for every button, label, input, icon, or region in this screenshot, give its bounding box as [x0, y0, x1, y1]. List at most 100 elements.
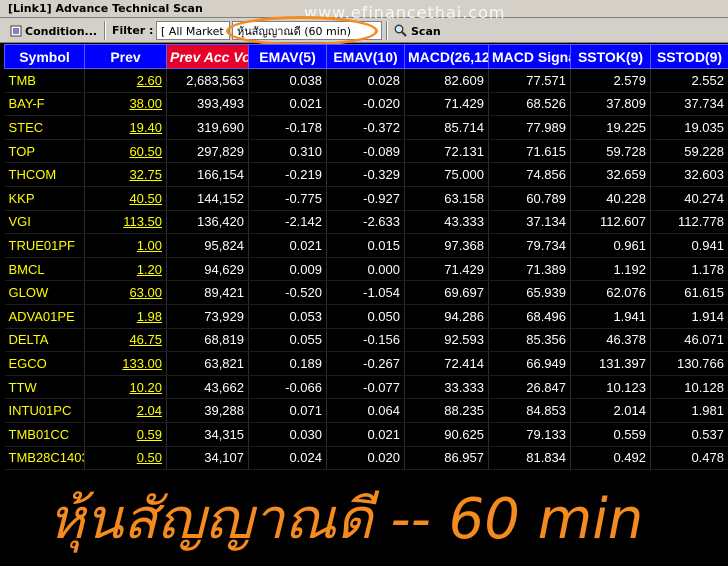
emav10-cell: -0.077	[326, 375, 405, 400]
emav5-cell: 0.310	[248, 139, 327, 164]
column-header-prev-acc-vol[interactable]: Prev Acc Vol	[166, 44, 249, 69]
column-header-prev[interactable]: Prev	[84, 44, 167, 69]
macd-cell: 72.414	[404, 351, 489, 376]
emav10-cell: -0.267	[326, 351, 405, 376]
scan-template-dropdown[interactable]: หุ้นสัญญาณดี (60 min)	[232, 21, 382, 40]
sstok-cell: 40.228	[570, 186, 651, 211]
table-row[interactable]: TMB01CC 0.59 34,315 0.030 0.021 90.625 79.133 0…	[4, 422, 728, 447]
macd-signal-cell: 60.789	[488, 186, 571, 211]
emav5-cell: -0.520	[248, 280, 327, 305]
prev-price-link[interactable]: 19.40	[84, 115, 167, 140]
sstod-cell: 10.128	[650, 375, 728, 400]
prev-price-link[interactable]: 60.50	[84, 139, 167, 164]
emav10-cell: -0.927	[326, 186, 405, 211]
prev-acc-vol-cell: 297,829	[166, 139, 249, 164]
prev-price-link[interactable]: 63.00	[84, 280, 167, 305]
prev-price-link[interactable]: 133.00	[84, 351, 167, 376]
emav5-cell: 0.021	[248, 92, 327, 117]
prev-price-link[interactable]: 10.20	[84, 375, 167, 400]
filter-dropdown[interactable]: [ All Market ]	[156, 21, 230, 57]
table-row[interactable]: VGI 113.50 136,420 -2.142 -2.633 43.333 37.134…	[4, 210, 728, 235]
table-row[interactable]: TMB28C1403 0.50 34,107 0.024 0.020 86.957 81.8…	[4, 446, 728, 471]
table-row[interactable]: TTW 10.20 43,662 -0.066 -0.077 33.333 26.847 10…	[4, 375, 728, 400]
macd-cell: 94.286	[404, 304, 489, 329]
prev-price-link[interactable]: 113.50	[84, 210, 167, 235]
sstod-cell: 1.178	[650, 257, 728, 282]
macd-cell: 90.625	[404, 422, 489, 447]
prev-price-link[interactable]: 1.20	[84, 257, 167, 282]
sstod-cell: 130.766	[650, 351, 728, 376]
emav10-cell: -0.372	[326, 115, 405, 140]
table-row[interactable]: TOP 60.50 297,829 0.310 -0.089 72.131 71.615 59…	[4, 139, 728, 164]
macd-signal-cell: 26.847	[488, 375, 571, 400]
emav5-cell: 0.053	[248, 304, 327, 329]
prev-acc-vol-cell: 94,629	[166, 257, 249, 282]
table-row[interactable]: TRUE01PF 1.00 95,824 0.021 0.015 97.368 79.734…	[4, 233, 728, 258]
condition-button[interactable]: Condition...	[6, 21, 101, 42]
table-row[interactable]: TMB 2.60 2,683,563 0.038 0.028 82.609 77.571 2.…	[4, 68, 728, 93]
toolbar-separator	[386, 21, 388, 40]
column-header-sstok[interactable]: SSTOK(9)	[570, 44, 651, 69]
column-header-sstod[interactable]: SSTOD(9)	[650, 44, 728, 69]
scan-label: Scan	[411, 25, 441, 38]
sstod-cell: 2.552	[650, 68, 728, 93]
column-header-symbol[interactable]: Symbol	[4, 44, 85, 69]
prev-price-link[interactable]: 1.00	[84, 233, 167, 258]
prev-price-link[interactable]: 46.75	[84, 328, 167, 353]
table-row[interactable]: THCOM 32.75 166,154 -0.219 -0.329 75.000 74.85…	[4, 162, 728, 187]
prev-acc-vol-cell: 34,107	[166, 446, 249, 471]
prev-price-link[interactable]: 0.50	[84, 446, 167, 471]
table-row[interactable]: EGCO 133.00 63,821 0.189 -0.267 72.414 66.949 1…	[4, 351, 728, 376]
prev-acc-vol-cell: 144,152	[166, 186, 249, 211]
prev-price-link[interactable]: 32.75	[84, 162, 167, 187]
emav10-cell: -1.054	[326, 280, 405, 305]
sstok-cell: 112.607	[570, 210, 651, 235]
table-row[interactable]: ADVA01PE 1.98 73,929 0.053 0.050 94.286 68.496…	[4, 304, 728, 329]
prev-price-link[interactable]: 2.04	[84, 398, 167, 423]
column-header-macd[interactable]: MACD(26,12)	[404, 44, 489, 69]
table-row[interactable]: STEC 19.40 319,690 -0.178 -0.372 85.714 77.989…	[4, 115, 728, 140]
emav5-cell: 0.071	[248, 398, 327, 423]
window-title: [Link1] Advance Technical Scan	[8, 2, 203, 15]
prev-price-link[interactable]: 1.98	[84, 304, 167, 329]
macd-cell: 33.333	[404, 375, 489, 400]
emav5-cell: 0.189	[248, 351, 327, 376]
column-header-emav5[interactable]: EMAV(5)	[248, 44, 327, 69]
emav10-cell: 0.050	[326, 304, 405, 329]
sstok-cell: 62.076	[570, 280, 651, 305]
table-row[interactable]: INTU01PC 2.04 39,288 0.071 0.064 88.235 84.853…	[4, 398, 728, 423]
sstod-cell: 61.615	[650, 280, 728, 305]
sstok-cell: 1.192	[570, 257, 651, 282]
column-header-macd-signal[interactable]: MACD Signal	[488, 44, 571, 69]
macd-signal-cell: 68.496	[488, 304, 571, 329]
emav5-cell: -0.178	[248, 115, 327, 140]
emav5-cell: 0.038	[248, 68, 327, 93]
sstok-cell: 10.123	[570, 375, 651, 400]
scan-results-grid[interactable]: Symbol Prev Prev Acc Vol EMAV(5) EMAV(10…	[4, 44, 728, 471]
table-row[interactable]: DELTA 46.75 68,819 0.055 -0.156 92.593 85.356 4…	[4, 328, 728, 353]
table-row[interactable]: GLOW 63.00 89,421 -0.520 -1.054 69.697 65.939 6…	[4, 280, 728, 305]
symbol-cell: BMCL	[4, 257, 85, 282]
table-row[interactable]: BAY-F 38.00 393,493 0.021 -0.020 71.429 68.526…	[4, 92, 728, 117]
sstod-cell: 32.603	[650, 162, 728, 187]
prev-price-link[interactable]: 40.50	[84, 186, 167, 211]
emav10-cell: -0.329	[326, 162, 405, 187]
toolbar-separator	[104, 21, 106, 40]
prev-price-link[interactable]: 0.59	[84, 422, 167, 447]
symbol-cell: EGCO	[4, 351, 85, 376]
sstod-cell: 19.035	[650, 115, 728, 140]
prev-price-link[interactable]: 2.60	[84, 68, 167, 93]
emav5-cell: 0.030	[248, 422, 327, 447]
emav10-cell: -0.089	[326, 139, 405, 164]
sstod-cell: 0.478	[650, 446, 728, 471]
macd-signal-cell: 71.389	[488, 257, 571, 282]
column-header-emav10[interactable]: EMAV(10)	[326, 44, 405, 69]
table-row[interactable]: BMCL 1.20 94,629 0.009 0.000 71.429 71.389 1.19…	[4, 257, 728, 282]
watermark: www.efinancethai.com	[304, 3, 506, 22]
table-row[interactable]: KKP 40.50 144,152 -0.775 -0.927 63.158 60.789 4…	[4, 186, 728, 211]
scan-button[interactable]: Scan	[390, 21, 445, 42]
sstod-cell: 1.914	[650, 304, 728, 329]
macd-cell: 97.368	[404, 233, 489, 258]
prev-acc-vol-cell: 319,690	[166, 115, 249, 140]
prev-price-link[interactable]: 38.00	[84, 92, 167, 117]
